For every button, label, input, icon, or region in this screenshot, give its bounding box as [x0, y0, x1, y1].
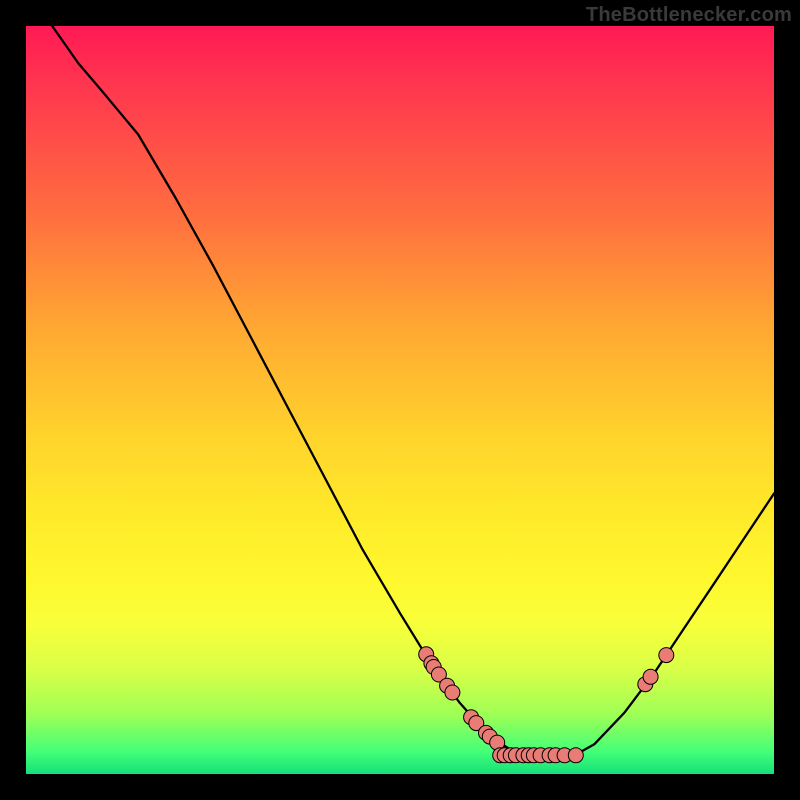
chart-overlay-svg [26, 26, 774, 774]
curve-marker [643, 669, 658, 684]
watermark-text: TheBottlenecker.com [586, 4, 792, 27]
curve-markers [419, 647, 674, 763]
curve-marker [568, 748, 583, 763]
curve-marker [659, 648, 674, 663]
chart-stage: TheBottlenecker.com [0, 0, 800, 800]
curve-marker [445, 685, 460, 700]
plot-area [26, 26, 774, 774]
